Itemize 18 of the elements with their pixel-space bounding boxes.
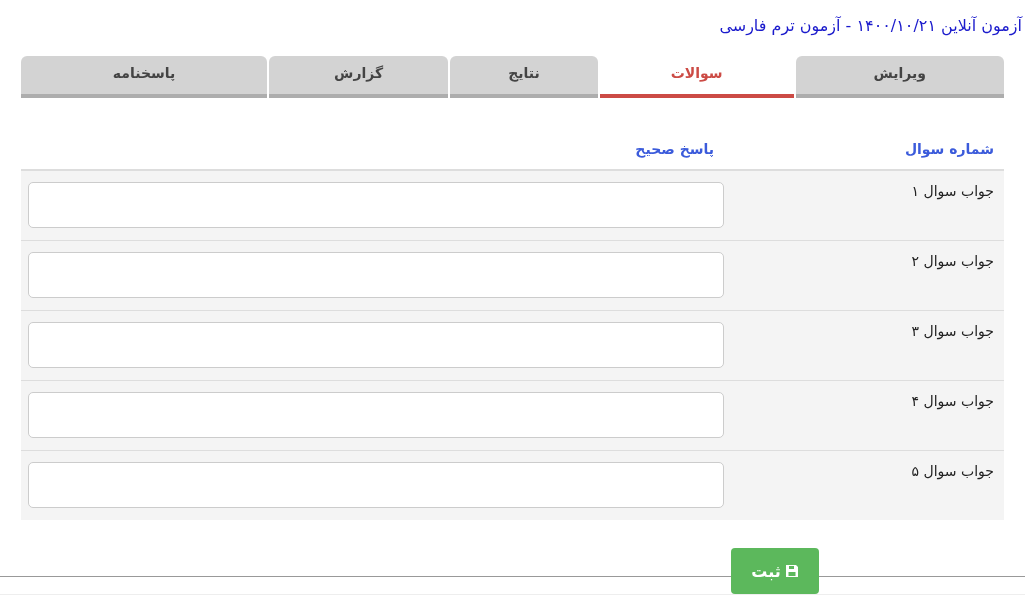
save-icon [784, 564, 799, 578]
row-label: جواب سوال ۲ [910, 252, 995, 272]
tab[interactable]: نتایج [449, 56, 598, 98]
tab[interactable]: ویرایش [795, 56, 1004, 98]
column-header: شماره سوال [903, 141, 995, 157]
answer-field[interactable] [28, 322, 724, 368]
page-title: آزمون آنلاین ۱۴۰۰/۱۰/۲۱ - آزمون ترم فارسی [719, 16, 1022, 38]
tab[interactable]: پاسخنامه [21, 56, 268, 98]
answer-field[interactable] [28, 392, 724, 438]
row-label: جواب سوال ۳ [910, 322, 995, 342]
row-label: جواب سوال ۴ [910, 392, 995, 412]
row-label: جواب سوال ۵ [910, 462, 995, 482]
row-label: جواب سوال ۱ [910, 182, 995, 202]
answer-field[interactable] [28, 252, 724, 298]
tab[interactable]: گزارش [269, 56, 448, 98]
column-header: پاسخ صحیح [634, 141, 715, 157]
answer-field[interactable] [28, 462, 724, 508]
answer-field[interactable] [28, 182, 724, 228]
